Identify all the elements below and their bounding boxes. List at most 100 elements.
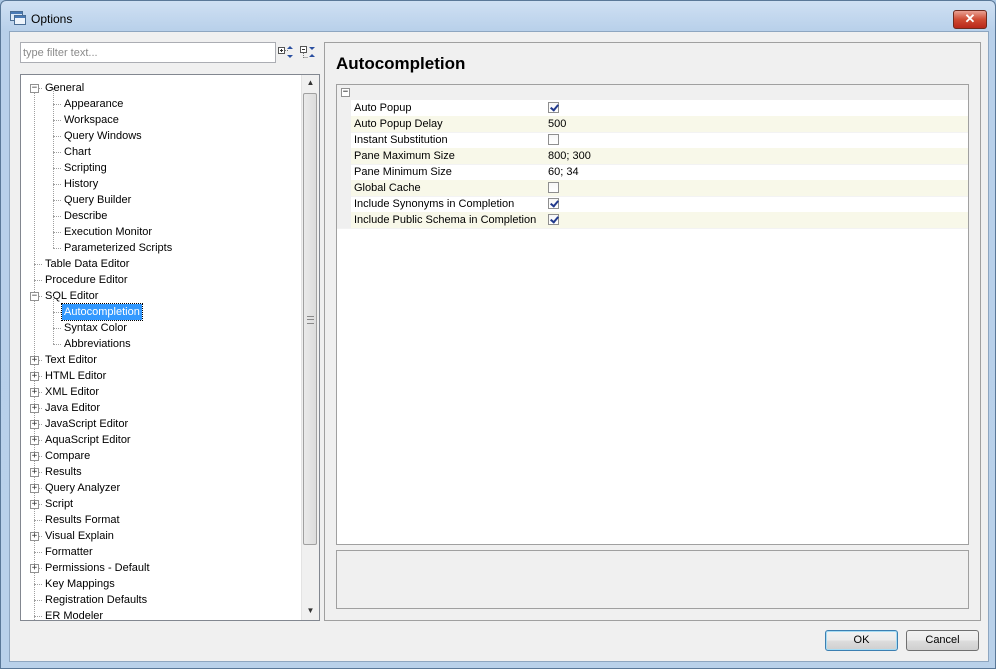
tree-connector [34,552,42,553]
scroll-down-icon[interactable]: ▼ [306,606,315,615]
tree-item[interactable]: + Java Editor [21,400,301,416]
expand-icon[interactable]: + [30,372,39,381]
tree-item[interactable]: Registration Defaults [21,592,301,608]
scroll-up-icon[interactable]: ▲ [306,78,315,87]
filter-input[interactable] [20,42,276,63]
tree-item-label: Execution Monitor [64,226,153,238]
expand-icon[interactable]: + [30,404,39,413]
tree-item-label: Results Format [45,514,120,526]
tree-scrollbar[interactable]: ▲ ▼ [301,75,319,620]
tree-item[interactable]: Table Data Editor [21,256,301,272]
property-row[interactable]: Auto Popup [337,100,968,117]
tree-connector [34,600,42,601]
property-row[interactable]: Global Cache [337,180,968,197]
tree-item[interactable]: Autocompletion [21,296,301,321]
tree-item[interactable]: + Script [21,496,301,512]
tree-item[interactable]: + Results [21,464,301,480]
expand-all-button[interactable] [277,43,295,61]
tree-branch-line [53,152,54,168]
property-checkbox[interactable] [548,214,559,225]
property-row[interactable]: Include Synonyms in Completion [337,196,968,213]
property-row[interactable]: Pane Maximum Size 800; 300 [337,148,968,165]
tree-connector [53,104,61,105]
property-name: Instant Substitution [354,134,448,146]
property-name: Pane Maximum Size [354,150,455,162]
expand-icon[interactable]: + [30,388,39,397]
tree-item[interactable]: Key Mappings [21,576,301,592]
ok-button[interactable]: OK [825,630,898,651]
tree-item[interactable]: Parameterized Scripts [21,232,301,256]
property-value[interactable]: 60; 34 [548,164,579,180]
expand-icon[interactable]: + [30,356,39,365]
expand-icon[interactable]: + [30,484,39,493]
collapse-icon[interactable]: − [30,292,39,301]
tree-item[interactable]: Procedure Editor [21,272,301,288]
property-grid[interactable]: − Auto Popup Auto Popup Delay 500 Instant S… [336,84,969,545]
property-value[interactable]: 800; 300 [548,148,591,164]
tree-item[interactable]: + XML Editor [21,384,301,400]
tree-connector [53,248,61,249]
tree-item[interactable]: + Visual Explain [21,528,301,544]
property-row[interactable]: Pane Minimum Size 60; 34 [337,164,968,181]
tree-branch-line [53,168,54,184]
tree-item[interactable]: ER Modeler [21,608,301,620]
tree-branch-line [53,232,54,248]
tree-branch-line [53,296,54,312]
tree-item[interactable]: Chart [21,136,301,160]
tree-item[interactable]: + Permissions - Default [21,560,301,576]
property-name: Include Public Schema in Completion [354,214,537,226]
options-tree[interactable]: − General Appearance Workspace Query Windows… [20,74,320,621]
tree-item[interactable]: − General [21,80,301,96]
tree-item[interactable]: Query Builder [21,184,301,208]
scroll-thumb[interactable] [303,93,317,545]
tree-item[interactable]: − SQL Editor [21,288,301,304]
tree-item[interactable]: + Text Editor [21,352,301,368]
collapse-icon[interactable]: − [341,88,350,97]
property-checkbox[interactable] [548,102,559,113]
tree-item-label: Compare [45,450,91,462]
tree-item[interactable]: Query Windows [21,120,301,144]
property-checkbox[interactable] [548,134,559,145]
tree-item-label: Syntax Color [64,322,127,334]
property-row[interactable]: Include Public Schema in Completion [337,212,968,229]
tree-branch-line [53,104,54,120]
tree-item[interactable]: Scripting [21,152,301,176]
expand-icon[interactable]: + [30,532,39,541]
cancel-button[interactable]: Cancel [906,630,979,651]
tree-item[interactable]: Syntax Color [21,312,301,336]
window-title: Options [31,12,73,26]
property-checkbox[interactable] [548,198,559,209]
close-button[interactable]: ✕ [953,10,987,29]
tree-item[interactable]: + HTML Editor [21,368,301,384]
property-row[interactable]: Auto Popup Delay 500 [337,116,968,133]
property-checkbox[interactable] [548,182,559,193]
property-value[interactable]: 500 [548,116,566,132]
expand-icon[interactable]: + [30,468,39,477]
tree-item[interactable]: History [21,168,301,192]
expand-icon[interactable]: + [30,564,39,573]
expand-icon[interactable]: + [30,436,39,445]
expand-icon[interactable]: + [30,500,39,509]
expand-icon[interactable]: + [30,420,39,429]
collapse-all-button[interactable] [299,43,317,61]
tree-item[interactable]: Workspace [21,104,301,128]
tree-item[interactable]: Execution Monitor [21,216,301,240]
row-gutter [337,164,351,180]
tree-item[interactable]: + JavaScript Editor [21,416,301,432]
tree-item[interactable]: + Compare [21,448,301,464]
tree-item[interactable]: + AquaScript Editor [21,432,301,448]
tree-item[interactable]: Formatter [21,544,301,560]
property-row[interactable]: Instant Substitution [337,132,968,149]
tree-connector [34,520,42,521]
tree-item[interactable]: + Query Analyzer [21,480,301,496]
tree-item[interactable]: Appearance [21,88,301,112]
property-group-header[interactable]: − [337,85,968,100]
expand-icon[interactable]: + [30,452,39,461]
collapse-icon[interactable]: − [30,84,39,93]
tree-item[interactable]: Abbreviations [21,328,301,352]
title-bar[interactable]: Options ✕ [1,1,995,35]
description-panel [336,550,969,609]
tree-item[interactable]: Results Format [21,512,301,528]
tree-branch-line [53,120,54,136]
tree-item[interactable]: Describe [21,200,301,224]
